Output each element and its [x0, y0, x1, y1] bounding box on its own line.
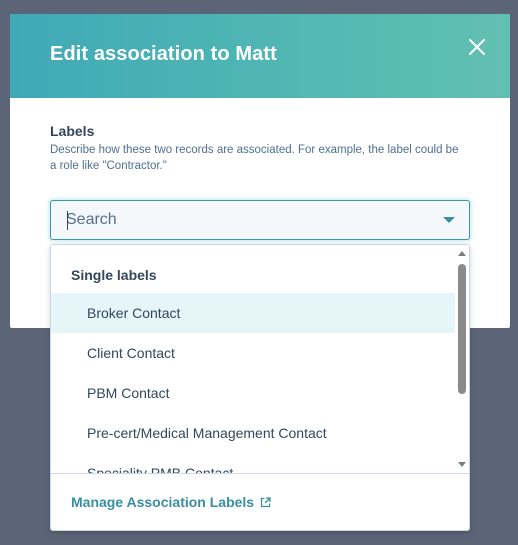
- scroll-up-arrow-icon[interactable]: [458, 251, 466, 256]
- option-speciality-pmb-contact[interactable]: Speciality PMB Contact: [51, 453, 455, 473]
- group-label-single-labels: Single labels: [71, 267, 157, 283]
- modal-title: Edit association to Matt: [50, 43, 277, 65]
- manage-association-labels-label: Manage Association Labels: [71, 494, 255, 510]
- option-pre-cert-medical-management-contact[interactable]: Pre-cert/Medical Management Contact: [51, 413, 455, 453]
- labels-field-help: Describe how these two records are assoc…: [50, 144, 459, 172]
- scrollbar-thumb[interactable]: [458, 264, 466, 394]
- modal-header: Edit association to Matt: [10, 14, 510, 98]
- option-pbm-contact[interactable]: PBM Contact: [51, 373, 455, 413]
- close-icon[interactable]: [466, 36, 488, 58]
- manage-association-labels-link[interactable]: Manage Association Labels: [71, 494, 271, 511]
- scroll-down-arrow-icon[interactable]: [458, 462, 466, 467]
- search-input[interactable]: [66, 201, 426, 239]
- external-link-icon: [260, 495, 271, 511]
- dropdown-list[interactable]: Single labels Broker Contact Client Cont…: [51, 245, 455, 473]
- labels-select[interactable]: [50, 200, 470, 240]
- option-broker-contact[interactable]: Broker Contact: [51, 293, 455, 333]
- dropdown-footer: Manage Association Labels: [51, 473, 469, 530]
- option-client-contact[interactable]: Client Contact: [51, 333, 455, 373]
- text-cursor: [67, 211, 68, 230]
- labels-field-label: Labels: [50, 123, 95, 139]
- dropdown-scrollbar[interactable]: [455, 245, 469, 473]
- chevron-down-icon[interactable]: [443, 217, 455, 223]
- labels-dropdown-menu: Single labels Broker Contact Client Cont…: [50, 244, 470, 531]
